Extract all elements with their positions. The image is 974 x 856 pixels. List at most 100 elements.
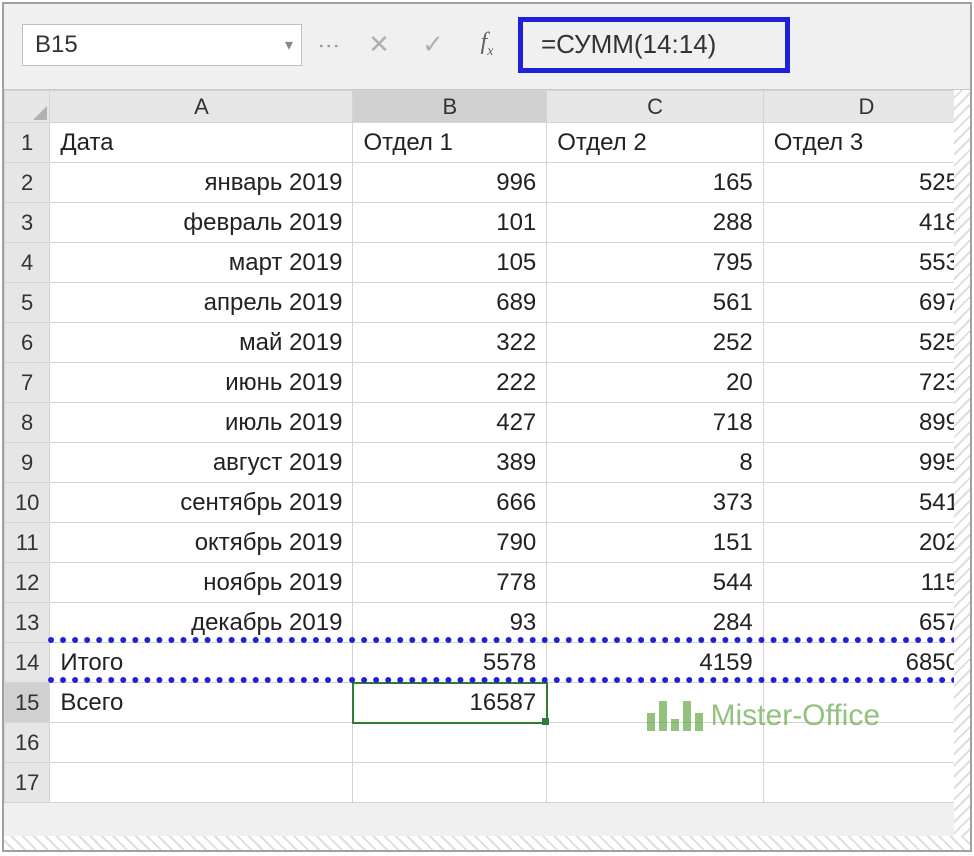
cell-A15[interactable]: Всего: [50, 683, 353, 723]
cell[interactable]: 541: [763, 483, 969, 523]
cell[interactable]: 427: [353, 403, 547, 443]
cell[interactable]: [50, 723, 353, 763]
name-box[interactable]: B15 ▾: [22, 24, 302, 66]
row-header[interactable]: 6: [5, 323, 50, 363]
name-box-value: B15: [35, 31, 78, 59]
row-header[interactable]: 3: [5, 203, 50, 243]
col-header-C[interactable]: C: [547, 91, 764, 123]
cell[interactable]: [547, 763, 764, 803]
cell-A14[interactable]: Итого: [50, 643, 353, 683]
cell[interactable]: 165: [547, 163, 764, 203]
cell[interactable]: 20: [547, 363, 764, 403]
cell[interactable]: 101: [353, 203, 547, 243]
cell[interactable]: 373: [547, 483, 764, 523]
cell[interactable]: 995: [763, 443, 969, 483]
torn-edge-bottom: [4, 836, 970, 850]
cell[interactable]: 222: [353, 363, 547, 403]
cell[interactable]: 418: [763, 203, 969, 243]
col-header-A[interactable]: A: [50, 91, 353, 123]
name-box-dropdown-icon[interactable]: ▾: [285, 35, 293, 55]
cell[interactable]: 252: [547, 323, 764, 363]
cell[interactable]: январь 2019: [50, 163, 353, 203]
cell[interactable]: август 2019: [50, 443, 353, 483]
row-header[interactable]: 10: [5, 483, 50, 523]
cancel-formula-button[interactable]: ✕: [352, 24, 406, 66]
table-row: 4 март 2019 105 795 553: [5, 243, 970, 283]
cell[interactable]: ноябрь 2019: [50, 563, 353, 603]
cell[interactable]: 666: [353, 483, 547, 523]
cell[interactable]: 697: [763, 283, 969, 323]
col-header-D[interactable]: D: [763, 91, 969, 123]
cell[interactable]: 778: [353, 563, 547, 603]
cell[interactable]: [353, 763, 547, 803]
cell-B1[interactable]: Отдел 1: [353, 123, 547, 163]
table-row: 7 июнь 2019 222 20 723: [5, 363, 970, 403]
x-icon: ✕: [368, 29, 390, 60]
col-header-B[interactable]: B: [353, 91, 547, 123]
row-header[interactable]: 7: [5, 363, 50, 403]
cell[interactable]: май 2019: [50, 323, 353, 363]
select-all-corner[interactable]: [5, 91, 50, 123]
cell[interactable]: 202: [763, 523, 969, 563]
cell[interactable]: 284: [547, 603, 764, 643]
cell-B15[interactable]: 16587: [353, 683, 547, 723]
cell[interactable]: [763, 763, 969, 803]
cell[interactable]: 151: [547, 523, 764, 563]
cell-C14[interactable]: 4159: [547, 643, 764, 683]
cell[interactable]: 8: [547, 443, 764, 483]
cell[interactable]: 996: [353, 163, 547, 203]
cell[interactable]: 288: [547, 203, 764, 243]
cell[interactable]: декабрь 2019: [50, 603, 353, 643]
spreadsheet-grid[interactable]: A B C D 1 Дата Отдел 1 Отдел 2 Отдел 3 2: [4, 90, 970, 803]
row-header[interactable]: 5: [5, 283, 50, 323]
cell-C1[interactable]: Отдел 2: [547, 123, 764, 163]
sheet-table: A B C D 1 Дата Отдел 1 Отдел 2 Отдел 3 2: [4, 90, 970, 803]
row-header[interactable]: 15: [5, 683, 50, 723]
cell[interactable]: 795: [547, 243, 764, 283]
cell[interactable]: октябрь 2019: [50, 523, 353, 563]
cell[interactable]: 389: [353, 443, 547, 483]
cell[interactable]: 657: [763, 603, 969, 643]
column-header-row: A B C D: [5, 91, 970, 123]
cell[interactable]: 322: [353, 323, 547, 363]
insert-function-button[interactable]: fx: [460, 24, 514, 66]
row-header[interactable]: 12: [5, 563, 50, 603]
cell[interactable]: 93: [353, 603, 547, 643]
cell[interactable]: апрель 2019: [50, 283, 353, 323]
cell[interactable]: 553: [763, 243, 969, 283]
row-header[interactable]: 4: [5, 243, 50, 283]
cell-B14[interactable]: 5578: [353, 643, 547, 683]
cell[interactable]: июнь 2019: [50, 363, 353, 403]
cell[interactable]: 105: [353, 243, 547, 283]
cell[interactable]: 718: [547, 403, 764, 443]
cell[interactable]: сентябрь 2019: [50, 483, 353, 523]
cell-D1[interactable]: Отдел 3: [763, 123, 969, 163]
cell[interactable]: 525: [763, 163, 969, 203]
cell[interactable]: [353, 723, 547, 763]
cell[interactable]: 544: [547, 563, 764, 603]
formula-input[interactable]: [539, 28, 769, 61]
row-header[interactable]: 9: [5, 443, 50, 483]
accept-formula-button[interactable]: ✓: [406, 24, 460, 66]
row-header[interactable]: 14: [5, 643, 50, 683]
cell[interactable]: 115: [763, 563, 969, 603]
cell[interactable]: июль 2019: [50, 403, 353, 443]
cell[interactable]: февраль 2019: [50, 203, 353, 243]
row-header[interactable]: 8: [5, 403, 50, 443]
cell[interactable]: март 2019: [50, 243, 353, 283]
cell[interactable]: [50, 763, 353, 803]
cell-A1[interactable]: Дата: [50, 123, 353, 163]
row-header[interactable]: 11: [5, 523, 50, 563]
cell-D14[interactable]: 6850: [763, 643, 969, 683]
row-header[interactable]: 16: [5, 723, 50, 763]
row-header[interactable]: 13: [5, 603, 50, 643]
cell[interactable]: 899: [763, 403, 969, 443]
cell[interactable]: 723: [763, 363, 969, 403]
cell[interactable]: 790: [353, 523, 547, 563]
cell[interactable]: 561: [547, 283, 764, 323]
row-header[interactable]: 17: [5, 763, 50, 803]
cell[interactable]: 525: [763, 323, 969, 363]
row-header[interactable]: 1: [5, 123, 50, 163]
row-header[interactable]: 2: [5, 163, 50, 203]
cell[interactable]: 689: [353, 283, 547, 323]
